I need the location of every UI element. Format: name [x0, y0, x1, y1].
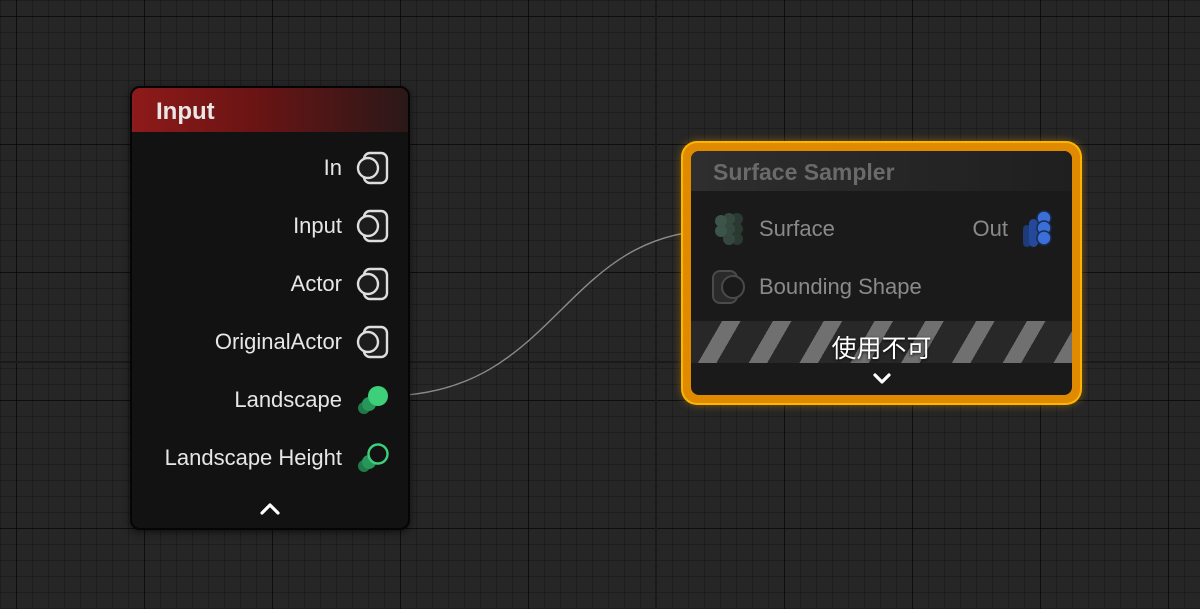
- surface-sampler-title: Surface Sampler: [713, 159, 895, 185]
- data-pin-icon[interactable]: [354, 266, 390, 302]
- pin-label: Landscape: [234, 387, 342, 412]
- pin-row-landscape[interactable]: Landscape: [234, 380, 390, 420]
- bounding-shape-pin-icon[interactable]: [711, 267, 747, 307]
- pin-row-landscape-height[interactable]: Landscape Height: [165, 438, 390, 478]
- graph-canvas[interactable]: Input In Input Actor OriginalActor Lands…: [0, 0, 1200, 609]
- points-pin-icon[interactable]: [1020, 209, 1056, 249]
- pin-label: Input: [293, 213, 342, 238]
- input-node-title: Input: [156, 98, 215, 125]
- data-pin-icon[interactable]: [354, 208, 390, 244]
- pin-label: Surface: [759, 216, 835, 241]
- data-pin-icon[interactable]: [354, 150, 390, 186]
- pin-row-in[interactable]: In: [324, 148, 390, 188]
- pin-row-actor[interactable]: Actor: [291, 264, 390, 304]
- pin-label: Bounding Shape: [759, 274, 922, 299]
- input-node[interactable]: Input In Input Actor OriginalActor Lands…: [130, 86, 410, 530]
- input-node-header[interactable]: Input: [132, 88, 408, 132]
- pin-label: In: [323, 155, 342, 180]
- surface-sampler-node[interactable]: Surface Sampler Surface Out Bounding Sha…: [683, 143, 1080, 403]
- pin-row-original-actor[interactable]: OriginalActor: [215, 322, 390, 362]
- pin-label: Actor: [290, 271, 342, 296]
- pin-row-out[interactable]: Out: [973, 209, 1056, 249]
- pin-label: OriginalActor: [214, 329, 342, 354]
- pin-row-bounding-shape[interactable]: Bounding Shape: [711, 267, 922, 307]
- landscape-pin-icon[interactable]: [354, 382, 390, 418]
- landscape-height-pin-icon[interactable]: [354, 440, 390, 476]
- surface-pin-icon[interactable]: [711, 209, 747, 249]
- pin-row-surface[interactable]: Surface: [711, 209, 835, 249]
- chevron-up-icon[interactable]: [252, 496, 288, 520]
- pin-label: Landscape Height: [164, 445, 342, 470]
- chevron-down-icon[interactable]: [867, 367, 897, 391]
- data-pin-icon[interactable]: [354, 324, 390, 360]
- surface-sampler-body: Surface Sampler Surface Out Bounding Sha…: [691, 151, 1072, 395]
- surface-sampler-header[interactable]: Surface Sampler: [691, 151, 1072, 191]
- pin-row-input[interactable]: Input: [293, 206, 390, 246]
- disabled-label: 使用不可: [831, 335, 932, 363]
- pin-label: Out: [972, 216, 1008, 241]
